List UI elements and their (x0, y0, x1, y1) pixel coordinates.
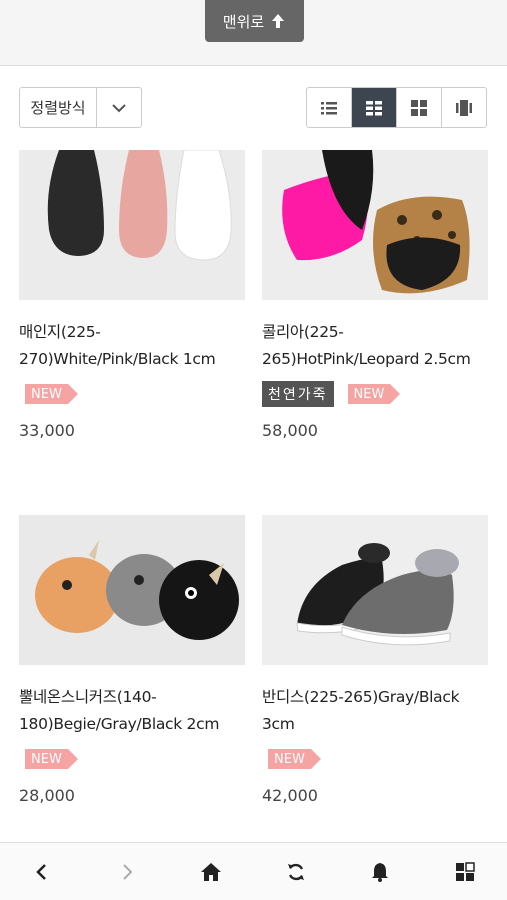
sort-select[interactable]: 정렬방식 (19, 87, 142, 128)
new-badge: NEW (25, 749, 78, 769)
grid-menu-icon (455, 861, 475, 881)
product-price: 42,000 (262, 786, 318, 805)
product-image[interactable] (262, 150, 488, 300)
product-name[interactable]: 반디스(225-265)Gray/Black 3cm (262, 684, 488, 738)
product-name[interactable]: 콜리아(225-265)HotPink/Leopard 2.5cm (262, 319, 488, 373)
product-image[interactable] (262, 515, 488, 665)
new-badge: NEW (347, 384, 401, 404)
view-mode-group (306, 87, 487, 128)
product-name[interactable]: 매인지(225-270)White/Pink/Black 1cm (19, 319, 245, 373)
home-button[interactable] (169, 843, 254, 900)
menu-button[interactable] (423, 843, 507, 900)
chevron-down-icon (97, 88, 141, 127)
bell-icon (372, 862, 389, 882)
new-badge: NEW (268, 749, 321, 769)
scroll-to-top-button[interactable]: 맨위로 (205, 0, 304, 42)
forward-button[interactable] (85, 843, 170, 900)
bottom-nav-bar (0, 842, 507, 900)
chevron-right-icon (123, 863, 133, 880)
badge-row: NEW (262, 746, 488, 772)
carousel-icon (456, 99, 472, 116)
badge-row: NEW (19, 381, 245, 407)
back-button[interactable] (0, 843, 85, 900)
notification-button[interactable] (338, 843, 423, 900)
product-price: 58,000 (262, 421, 318, 440)
product-card[interactable]: 뿔네온스니커즈(140-180)Begie/Gray/Black 2cm NEW… (19, 515, 245, 805)
product-card[interactable]: 콜리아(225-265)HotPink/Leopard 2.5cm 천연가죽 N… (262, 150, 488, 440)
badge-row: 천연가죽 NEW (262, 381, 488, 407)
arrow-up-icon (272, 14, 285, 28)
list-view-button[interactable] (307, 88, 352, 127)
slide-view-button[interactable] (442, 88, 486, 127)
product-price: 33,000 (19, 421, 75, 440)
scroll-to-top-label: 맨위로 (222, 12, 265, 31)
grid-2-view-button[interactable] (352, 88, 397, 127)
chevron-left-icon (36, 863, 47, 880)
new-badge: NEW (25, 384, 78, 404)
top-bar: 맨위로 (0, 0, 507, 66)
refresh-icon (287, 863, 304, 880)
badge-row: NEW (19, 746, 245, 772)
sort-label: 정렬방식 (20, 88, 97, 127)
natural-leather-badge: 천연가죽 (262, 381, 334, 407)
gallery-icon (411, 99, 427, 116)
product-price: 28,000 (19, 786, 75, 805)
refresh-button[interactable] (254, 843, 339, 900)
product-image[interactable] (19, 150, 245, 300)
list-icon (321, 101, 337, 114)
grid-icon (366, 100, 382, 115)
home-icon (201, 862, 222, 881)
gallery-view-button[interactable] (397, 88, 442, 127)
product-card[interactable]: 매인지(225-270)White/Pink/Black 1cm NEW 33,… (19, 150, 245, 440)
product-image[interactable] (19, 515, 245, 665)
product-card[interactable]: 반디스(225-265)Gray/Black 3cm NEW 42,000 (262, 515, 488, 805)
product-name[interactable]: 뿔네온스니커즈(140-180)Begie/Gray/Black 2cm (19, 684, 245, 738)
